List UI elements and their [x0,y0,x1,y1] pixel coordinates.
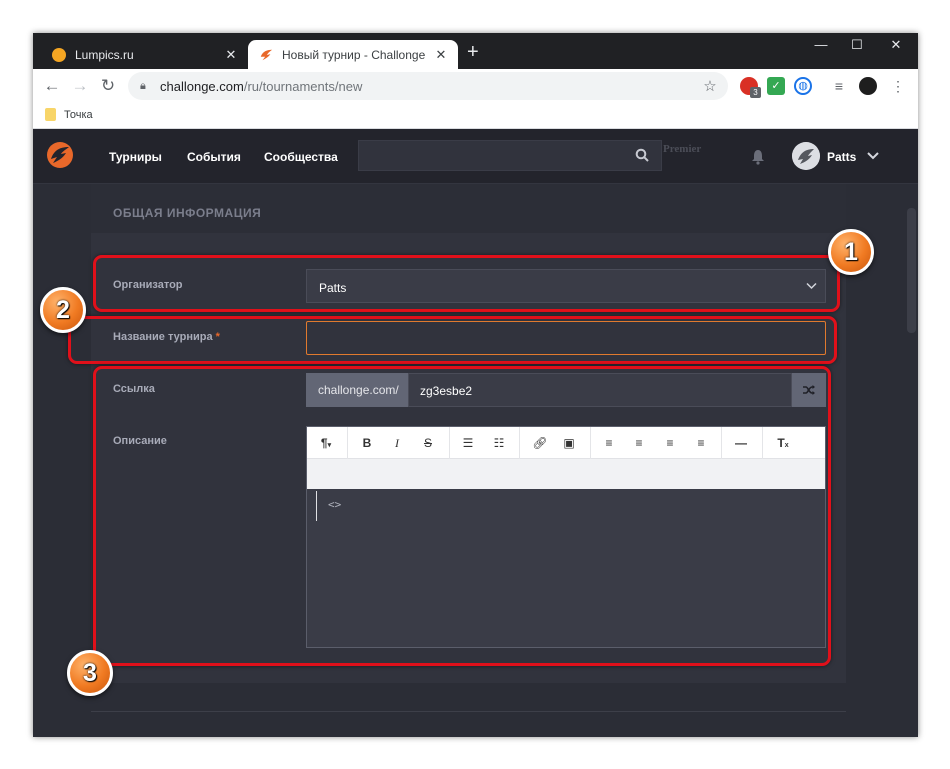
tab-challonge[interactable]: Новый турнир - Challonge ✕ [248,40,458,69]
minimize-button[interactable]: — [807,37,835,52]
reload-icon[interactable]: ↻ [97,75,119,97]
section-title: ОБЩАЯ ИНФОРМАЦИЯ [113,206,262,220]
profile-avatar-icon[interactable] [859,77,877,95]
close-icon[interactable]: ✕ [430,47,452,63]
back-icon[interactable]: ← [41,75,63,97]
folder-icon [45,108,56,121]
bookmark-folder[interactable]: Точка [45,108,93,121]
url-text[interactable]: challonge.com/ru/tournaments/new [160,79,698,94]
reading-list-icon[interactable]: ≡ [830,77,848,95]
scrollbar-thumb[interactable] [907,208,916,333]
tab-title: Lumpics.ru [75,47,134,62]
highlight-organizer [93,255,840,312]
search-icon[interactable] [635,148,649,162]
extension-globe-icon[interactable]: ◍ [794,77,812,95]
challonge-favicon-icon [260,49,273,60]
tab-strip: Lumpics.ru ✕ Новый турнир - Challonge ✕ … [33,33,918,69]
card-header: ОБЩАЯ ИНФОРМАЦИЯ [91,184,846,233]
challonge-logo-icon[interactable] [46,141,74,169]
forward-icon[interactable]: → [69,75,91,97]
chevron-down-icon[interactable] [866,149,880,163]
avatar[interactable] [792,142,820,170]
nav-tournaments[interactable]: Турниры [109,150,162,164]
site-header: Турниры События Сообщества Premier Patts [33,129,918,184]
username[interactable]: Patts [827,150,856,164]
address-bar[interactable]: 🔒︎ challonge.com/ru/tournaments/new ☆ [128,72,728,100]
step-badge-2: 2 [40,287,86,333]
extension-badge: 3 [750,87,761,98]
tab-title: Новый турнир - Challonge [282,47,426,62]
bookmarks-bar: Точка [33,103,918,129]
extension-check-icon[interactable]: ✓ [767,77,785,95]
step-badge-3: 3 [67,650,113,696]
window-close-button[interactable]: ✕ [882,37,910,53]
nav-communities[interactable]: Сообщества [264,150,338,164]
bell-icon[interactable] [751,149,765,165]
lumpics-favicon-icon [52,47,66,62]
site-search-input[interactable] [358,140,662,171]
close-icon[interactable]: ✕ [220,47,242,63]
url-path: /ru/tournaments/new [243,78,363,94]
tab-lumpics[interactable]: Lumpics.ru ✕ [41,40,248,69]
browser-menu-icon[interactable]: ⋮ [889,77,907,95]
bookmark-star-icon[interactable]: ☆ [698,77,722,95]
highlight-tournament-name [68,316,837,364]
highlight-link-description [93,366,831,666]
bookmark-label: Точка [64,108,93,121]
browser-toolbar: ← → ↻ 🔒︎ challonge.com/ru/tournaments/ne… [33,69,918,103]
lock-icon: 🔒︎ [140,79,146,92]
premier-ghost-text: Premier [663,143,702,155]
nav-events[interactable]: События [187,150,241,164]
new-tab-button[interactable]: + [467,42,479,62]
step-badge-1: 1 [828,229,874,275]
url-host: challonge.com [160,78,244,94]
user-avatar-icon [792,142,820,170]
footer-divider [91,711,846,712]
maximize-button[interactable]: ☐ [843,37,871,53]
